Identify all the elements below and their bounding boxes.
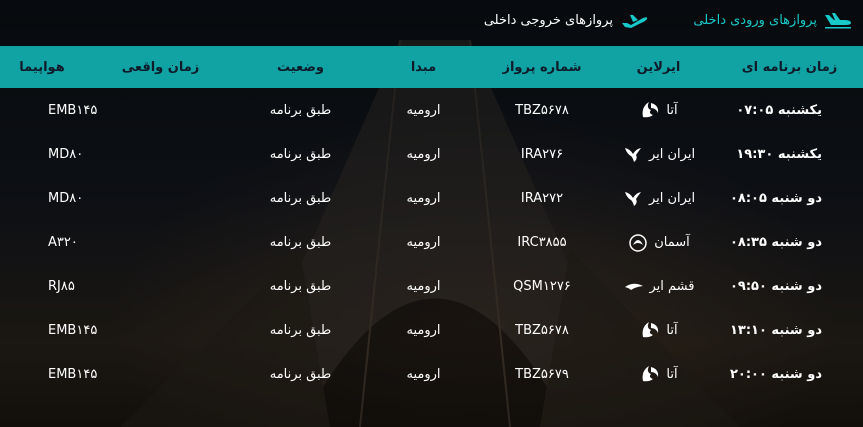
aircraft-type: RJ۸۵	[48, 278, 75, 294]
origin: ارومیه	[406, 278, 441, 294]
airline-cell: ایران ایر	[601, 143, 716, 165]
table-row[interactable]: دو شنبه ۰۸:۳۵ آسمان IRC۳۸۵۵ ارومیه طبق ب…	[0, 220, 863, 264]
aircraft-type: MD۸۰	[48, 146, 84, 162]
header-origin: مبدا	[410, 59, 437, 75]
flight-number: IRA۲۷۶	[520, 146, 564, 162]
iranair-logo-icon	[624, 192, 641, 206]
airline-cell: آتا	[601, 363, 716, 385]
flight-number: QSM۱۲۷۶	[513, 278, 571, 294]
iranair-logo-icon	[624, 148, 641, 162]
qeshmair-logo-icon	[624, 283, 643, 290]
ata-logo-icon	[643, 322, 659, 338]
aircraft-type: EMB۱۴۵	[48, 366, 98, 382]
airline-name: آسمان	[654, 234, 690, 250]
airline-name: آتا	[666, 102, 678, 118]
status: طبق برنامه	[269, 102, 332, 118]
airline-cell: آتا	[601, 319, 716, 341]
flight-number: TBZ۵۶۷۹	[515, 366, 569, 382]
airline-name: ایران ایر	[648, 190, 696, 206]
scheduled-time: یکشنبه ۱۹:۳۰	[736, 146, 822, 162]
table-body: یکشنبه ۰۷:۰۵ آتا TBZ۵۶۷۸ ارومیه طبق برنا…	[0, 88, 863, 396]
airplane-landing-icon	[825, 13, 851, 29]
table-row[interactable]: دو شنبه ۰۸:۰۵ ایران ایر IRA۲۷۲ ارومیه طب…	[0, 176, 863, 220]
origin: ارومیه	[406, 190, 441, 206]
aircraft-type: EMB۱۴۵	[48, 102, 98, 118]
origin: ارومیه	[406, 322, 441, 338]
flight-number: IRA۲۷۲	[520, 190, 564, 206]
tab-domestic-departures-label: پروازهای خروجی داخلی	[483, 12, 613, 28]
table-row[interactable]: دو شنبه ۲۰:۰۰ آتا TBZ۵۶۷۹ ارومیه طبق برن…	[0, 352, 863, 396]
status: طبق برنامه	[269, 146, 332, 162]
table-row[interactable]: یکشنبه ۰۷:۰۵ آتا TBZ۵۶۷۸ ارومیه طبق برنا…	[0, 88, 863, 132]
airline-cell: آسمان	[601, 231, 716, 253]
status: طبق برنامه	[269, 322, 332, 338]
airline-name: ایران ایر	[648, 146, 696, 162]
header-actual-time: زمان واقعی	[121, 59, 200, 75]
header-flight-number: شماره پرواز	[502, 59, 582, 75]
table-header: زمان برنامه ای ایرلاین شماره پرواز مبدا …	[0, 46, 863, 88]
status: طبق برنامه	[269, 278, 332, 294]
status: طبق برنامه	[269, 366, 332, 382]
header-status: وضعیت	[276, 59, 325, 75]
airplane-takeoff-icon	[622, 15, 648, 28]
header-airline: ایرلاین	[636, 59, 681, 75]
tab-domestic-arrivals-label: پروازهای ورودی داخلی	[693, 12, 817, 28]
flight-tabs: پروازهای ورودی داخلی پروازهای خروجی داخل…	[0, 0, 863, 44]
header-scheduled-time: زمان برنامه ای	[741, 59, 838, 75]
flights-table: زمان برنامه ای ایرلاین شماره پرواز مبدا …	[0, 46, 863, 427]
aircraft-type: EMB۱۴۵	[48, 322, 98, 338]
airline-cell: آتا	[601, 99, 716, 121]
flight-number: TBZ۵۶۷۸	[515, 102, 569, 118]
flight-number: TBZ۵۶۷۸	[515, 322, 569, 338]
scheduled-time: دو شنبه ۱۳:۱۰	[729, 322, 822, 338]
airline-cell: قشم ایر	[601, 275, 716, 297]
origin: ارومیه	[406, 102, 441, 118]
table-row[interactable]: دو شنبه ۰۹:۵۰ قشم ایر QSM۱۲۷۶ ارومیه طبق…	[0, 264, 863, 308]
origin: ارومیه	[406, 146, 441, 162]
airline-name: قشم ایر	[649, 278, 695, 294]
airline-cell: ایران ایر	[601, 187, 716, 209]
scheduled-time: دو شنبه ۰۹:۵۰	[729, 278, 822, 294]
table-row[interactable]: یکشنبه ۱۹:۳۰ ایران ایر IRA۲۷۶ ارومیه طبق…	[0, 132, 863, 176]
status: طبق برنامه	[269, 190, 332, 206]
aircraft-type: A۳۲۰	[48, 234, 78, 250]
status: طبق برنامه	[269, 234, 332, 250]
origin: ارومیه	[406, 366, 441, 382]
scheduled-time: دو شنبه ۰۸:۰۵	[729, 190, 822, 206]
tab-domestic-departures[interactable]: پروازهای خروجی داخلی	[484, 9, 649, 31]
aircraft-type: MD۸۰	[48, 190, 84, 206]
scheduled-time: دو شنبه ۲۰:۰۰	[729, 366, 822, 382]
aseman-logo-icon	[629, 234, 647, 252]
flight-number: IRC۳۸۵۵	[517, 234, 567, 250]
origin: ارومیه	[406, 234, 441, 250]
ata-logo-icon	[643, 102, 659, 118]
tab-domestic-arrivals[interactable]: پروازهای ورودی داخلی	[693, 9, 853, 31]
scheduled-time: یکشنبه ۰۷:۰۵	[736, 102, 822, 118]
airline-name: آتا	[666, 322, 678, 338]
scheduled-time: دو شنبه ۰۸:۳۵	[729, 234, 822, 250]
airline-name: آتا	[666, 366, 678, 382]
table-row[interactable]: دو شنبه ۱۳:۱۰ آتا TBZ۵۶۷۸ ارومیه طبق برن…	[0, 308, 863, 352]
ata-logo-icon	[643, 366, 659, 382]
header-aircraft: هواپیما	[19, 59, 65, 75]
